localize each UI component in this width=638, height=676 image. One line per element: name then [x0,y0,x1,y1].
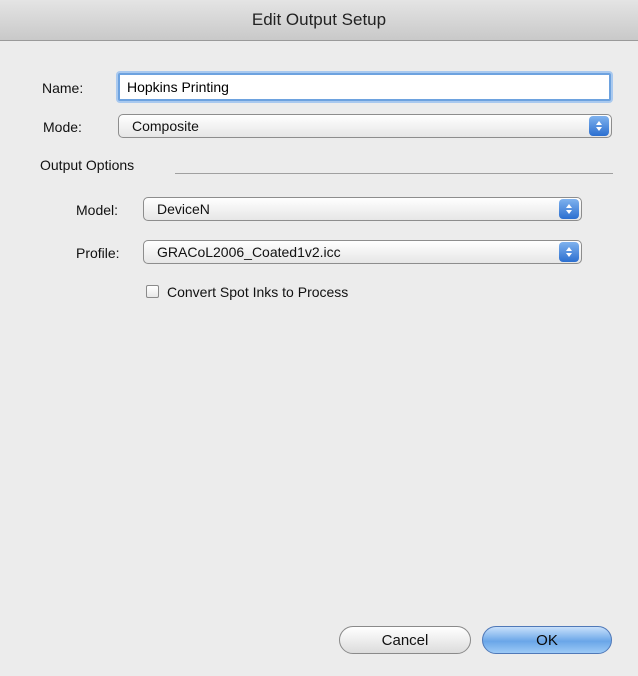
profile-select[interactable]: GRACoL2006_Coated1v2.icc [143,240,582,264]
up-down-arrows-icon [559,242,579,262]
convert-spot-inks-label[interactable]: Convert Spot Inks to Process [167,284,348,300]
profile-label: Profile: [76,245,120,261]
profile-select-value: GRACoL2006_Coated1v2.icc [157,244,341,260]
group-divider [175,173,613,174]
mode-select-value: Composite [132,118,199,134]
window-title: Edit Output Setup [251,10,387,29]
cancel-button[interactable]: Cancel [339,626,471,654]
up-down-arrows-icon [559,199,579,219]
ok-button[interactable]: OK [482,626,612,654]
model-label: Model: [76,202,119,218]
model-select[interactable]: DeviceN [143,197,582,221]
name-label: Name: [42,80,84,96]
mode-select[interactable]: Composite [118,114,612,138]
edit-output-setup-dialog: Edit Output Setup Name: Mode: Composite … [0,0,638,676]
title-bar[interactable]: Edit Output Setup [0,0,638,41]
convert-spot-inks-checkbox[interactable] [146,285,159,298]
name-field[interactable] [118,73,611,101]
output-options-heading: Output Options [40,157,135,173]
model-select-value: DeviceN [157,201,210,217]
mode-label: Mode: [43,119,82,135]
up-down-arrows-icon [589,116,609,136]
